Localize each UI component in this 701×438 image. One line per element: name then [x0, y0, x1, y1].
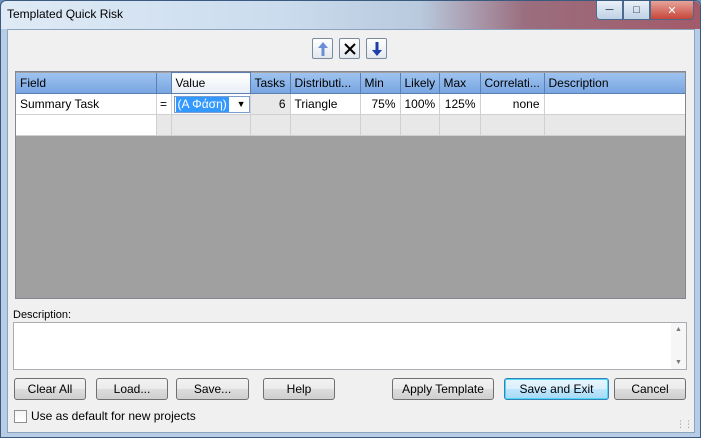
cancel-button[interactable]: Cancel: [614, 378, 686, 400]
default-checkbox-row[interactable]: Use as default for new projects: [14, 409, 196, 423]
table-row[interactable]: Summary Task = (Α Φάση) ▼ 6 Triangle 75%…: [16, 93, 685, 115]
scroll-up-icon[interactable]: ▲: [675, 326, 682, 333]
col-header-min[interactable]: Min: [360, 72, 401, 94]
arrow-down-icon: [371, 41, 382, 56]
minimize-icon: ─: [605, 4, 614, 16]
col-header-field[interactable]: Field: [16, 72, 157, 94]
new-row-operator: [156, 114, 172, 136]
value-dropdown[interactable]: (Α Φάση) ▼: [173, 95, 249, 113]
new-row-max[interactable]: [439, 114, 481, 136]
col-header-correlation[interactable]: Correlati...: [480, 72, 545, 94]
save-and-exit-button[interactable]: Save and Exit: [504, 378, 609, 400]
cell-likely[interactable]: 100%: [400, 93, 440, 115]
col-header-value[interactable]: Value: [170, 72, 251, 94]
new-row-min[interactable]: [360, 114, 401, 136]
cell-distribution[interactable]: Triangle: [290, 93, 361, 115]
col-header-distribution[interactable]: Distributi...: [290, 72, 361, 94]
new-row[interactable]: [16, 114, 685, 136]
title-bar[interactable]: Templated Quick Risk ─ □ ✕: [1, 1, 700, 29]
close-icon: ✕: [667, 4, 677, 17]
default-checkbox[interactable]: [14, 409, 27, 423]
new-row-value[interactable]: [171, 114, 251, 136]
new-row-tasks: [250, 114, 291, 136]
new-row-distribution[interactable]: [290, 114, 361, 136]
dialog-client: Field Value Tasks Distributi... Min Like…: [7, 29, 695, 433]
cell-tasks: 6: [250, 93, 291, 115]
resize-grip-icon[interactable]: ⋮⋮: [676, 419, 693, 430]
row-toolbar: [312, 38, 387, 59]
maximize-button[interactable]: □: [623, 1, 650, 20]
new-row-likely[interactable]: [400, 114, 440, 136]
move-down-button[interactable]: [366, 38, 387, 59]
apply-template-button[interactable]: Apply Template: [392, 378, 494, 400]
cell-operator: =: [156, 93, 172, 115]
col-header-tasks[interactable]: Tasks: [250, 72, 291, 94]
description-textarea[interactable]: ▲ ▼: [13, 322, 687, 370]
delete-x-icon: [343, 42, 356, 55]
new-row-field[interactable]: [16, 114, 157, 136]
save-button[interactable]: Save...: [176, 378, 249, 400]
cell-max[interactable]: 125%: [439, 93, 481, 115]
new-row-description[interactable]: [544, 114, 685, 136]
load-button[interactable]: Load...: [96, 378, 168, 400]
minimize-button[interactable]: ─: [596, 1, 623, 20]
maximize-icon: □: [633, 4, 640, 16]
col-header-likely[interactable]: Likely: [400, 72, 440, 94]
window-title: Templated Quick Risk: [7, 7, 124, 21]
risk-grid[interactable]: Field Value Tasks Distributi... Min Like…: [15, 71, 686, 299]
grid-header: Field Value Tasks Distributi... Min Like…: [16, 72, 685, 94]
cell-correlation[interactable]: none: [480, 93, 545, 115]
close-button[interactable]: ✕: [650, 1, 694, 20]
arrow-up-icon: [317, 41, 328, 56]
col-header-operator[interactable]: [156, 72, 172, 94]
description-label: Description:: [13, 309, 72, 321]
delete-row-button[interactable]: [339, 38, 360, 59]
chevron-down-icon[interactable]: ▼: [237, 99, 249, 109]
scroll-down-icon[interactable]: ▼: [675, 359, 682, 366]
value-dropdown-selected: (Α Φάση): [175, 96, 229, 112]
cell-description[interactable]: [544, 93, 685, 115]
col-header-description[interactable]: Description: [544, 72, 685, 94]
move-up-button[interactable]: [312, 38, 333, 59]
col-header-max[interactable]: Max: [439, 72, 481, 94]
clear-all-button[interactable]: Clear All: [14, 378, 86, 400]
cell-field[interactable]: Summary Task: [16, 93, 157, 115]
window-controls: ─ □ ✕: [596, 1, 694, 21]
default-checkbox-label[interactable]: Use as default for new projects: [31, 409, 196, 423]
help-button[interactable]: Help: [263, 378, 335, 400]
description-scrollbar[interactable]: ▲ ▼: [671, 323, 686, 369]
cell-min[interactable]: 75%: [360, 93, 401, 115]
dialog-window: Templated Quick Risk ─ □ ✕ Field Value T…: [0, 0, 701, 438]
new-row-correlation[interactable]: [480, 114, 545, 136]
cell-value[interactable]: (Α Φάση) ▼: [171, 93, 251, 115]
